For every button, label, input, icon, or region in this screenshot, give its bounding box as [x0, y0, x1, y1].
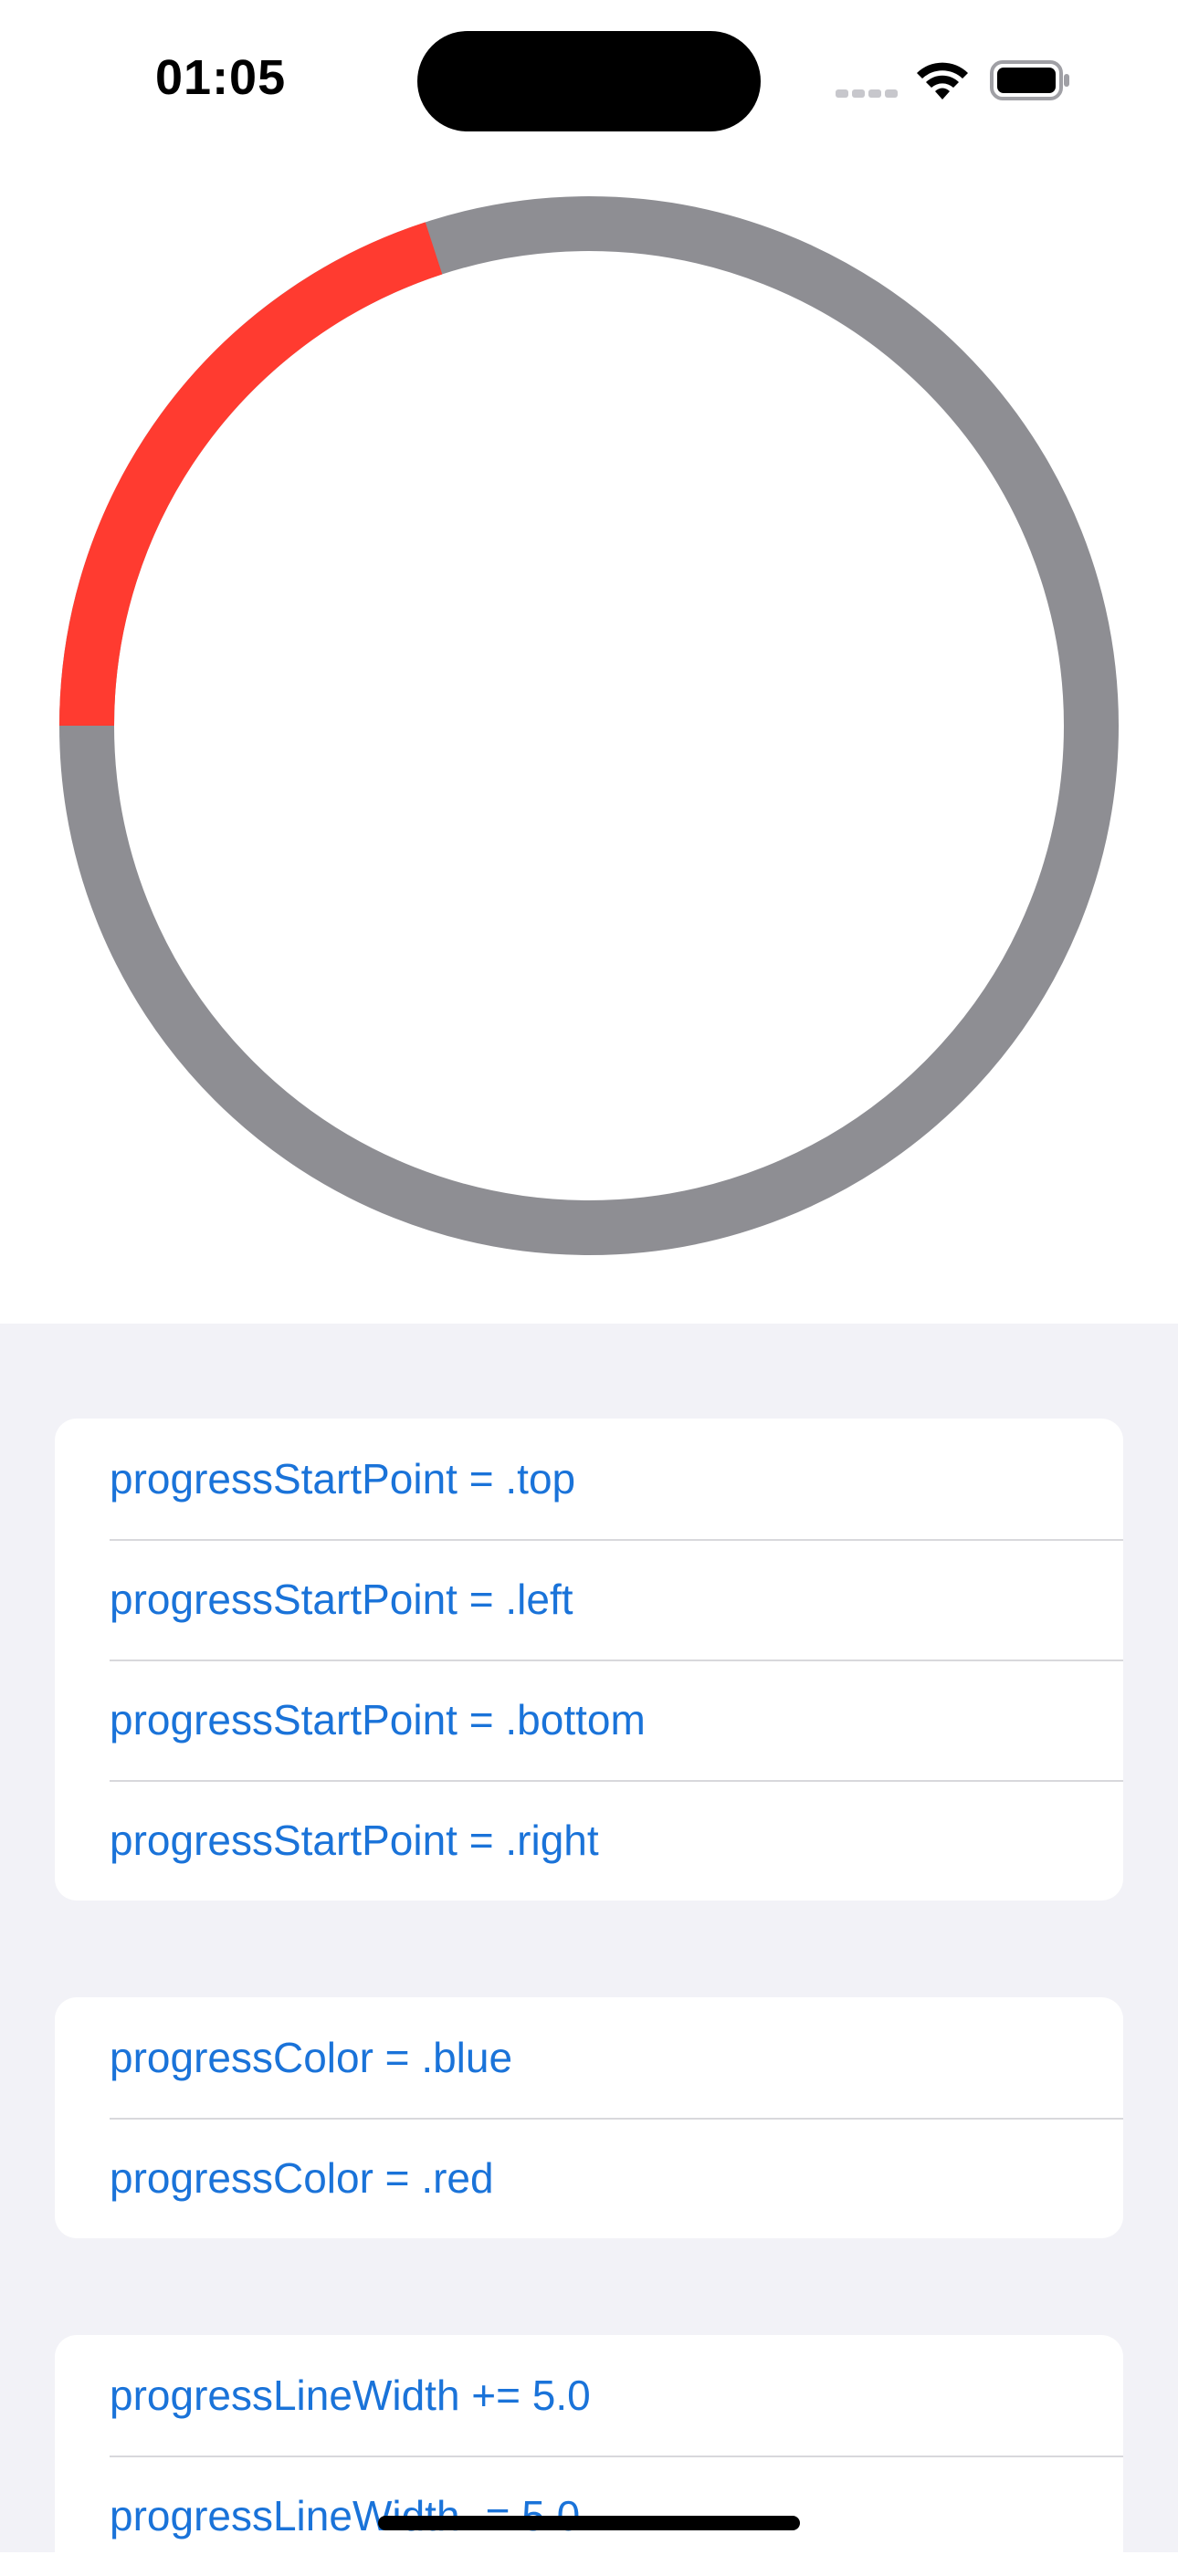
line-width-increase-button[interactable]: progressLineWidth += 5.0: [55, 2335, 1123, 2456]
color-blue-button[interactable]: progressColor = .blue: [55, 1997, 1123, 2118]
color-red-button[interactable]: progressColor = .red: [55, 2118, 1123, 2238]
status-bar: 01:05: [0, 0, 1178, 155]
battery-icon: [990, 60, 1072, 107]
start-point-bottom-button[interactable]: progressStartPoint = .bottom: [55, 1660, 1123, 1780]
line-width-group: progressLineWidth += 5.0 progressLineWid…: [55, 2335, 1123, 2576]
home-indicator[interactable]: [378, 2516, 800, 2530]
circular-progress-ring: [59, 196, 1119, 1255]
progress-view-area: [0, 155, 1178, 1324]
progress-color-group: progressColor = .blue progressColor = .r…: [55, 1997, 1123, 2238]
cellular-signal-icon: [836, 86, 901, 102]
progress-arc: [59, 222, 443, 727]
start-point-right-button[interactable]: progressStartPoint = .right: [55, 1780, 1123, 1901]
start-point-group: progressStartPoint = .top progressStartP…: [55, 1419, 1123, 1901]
wifi-icon: [913, 57, 972, 107]
options-list: progressStartPoint = .top progressStartP…: [0, 1324, 1178, 2576]
dynamic-island: [417, 31, 761, 131]
start-point-left-button[interactable]: progressStartPoint = .left: [55, 1539, 1123, 1660]
start-point-top-button[interactable]: progressStartPoint = .top: [55, 1419, 1123, 1539]
status-time: 01:05: [155, 50, 287, 105]
